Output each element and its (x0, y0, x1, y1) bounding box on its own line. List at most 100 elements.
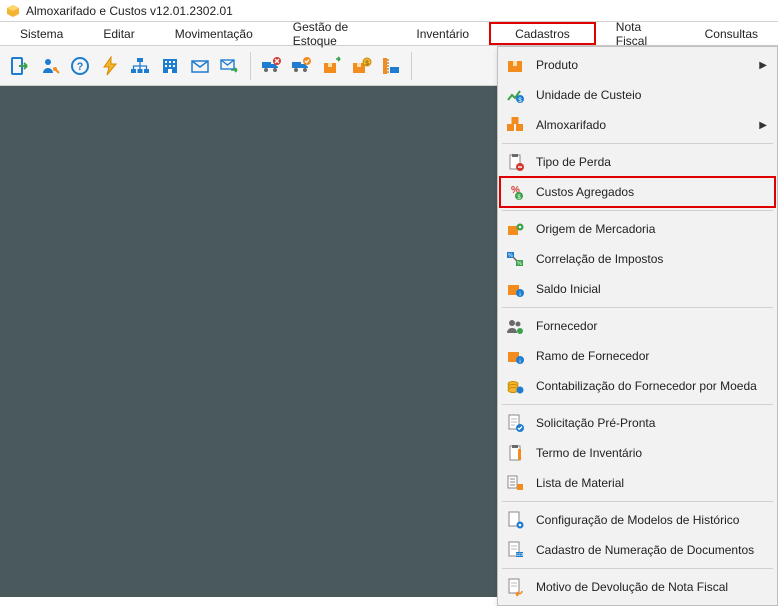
tool-mail[interactable] (186, 52, 214, 80)
dd-item-origem-mercadoria[interactable]: Origem de Mercadoria (500, 214, 775, 244)
dropdown-separator (502, 307, 773, 308)
dropdown-separator (502, 501, 773, 502)
menu-label: Consultas (705, 27, 758, 41)
dd-label: Configuração de Modelos de Histórico (536, 513, 767, 527)
dropdown-separator (502, 404, 773, 405)
dd-label: Fornecedor (536, 319, 767, 333)
menu-label: Inventário (416, 27, 469, 41)
boxes-icon (504, 114, 526, 136)
dd-item-unidade-custeio[interactable]: $ Unidade de Custeio (500, 80, 775, 110)
dd-item-ramo-fornecedor[interactable]: i Ramo de Fornecedor (500, 341, 775, 371)
menu-sistema[interactable]: Sistema (0, 22, 83, 45)
menu-label: Sistema (20, 27, 63, 41)
chart-dollar-icon: $ (504, 84, 526, 106)
document-gear-icon (504, 509, 526, 531)
tool-org-chart[interactable] (126, 52, 154, 80)
window-title: Almoxarifado e Custos v12.01.2302.01 (26, 4, 233, 18)
menu-movimentacao[interactable]: Movimentação (155, 22, 273, 45)
tool-truck-check[interactable] (287, 52, 315, 80)
svg-text:i: i (519, 292, 520, 298)
dd-label: Custos Agregados (536, 185, 767, 199)
tool-user-key[interactable] (36, 52, 64, 80)
clipboard-ruler-icon (504, 442, 526, 464)
percent-link-icon: %% (504, 248, 526, 270)
dd-item-fornecedor[interactable]: Fornecedor (500, 311, 775, 341)
svg-text:?: ? (77, 61, 84, 73)
menu-label: Nota Fiscal (616, 20, 665, 48)
tool-truck-cancel[interactable] (257, 52, 285, 80)
dd-item-almoxarifado[interactable]: Almoxarifado ▶ (500, 110, 775, 140)
svg-text:123: 123 (516, 552, 524, 557)
percent-dollar-icon: %$ (504, 181, 526, 203)
svg-text:%: % (508, 253, 513, 259)
box-icon (504, 54, 526, 76)
document-number-icon: 123 (504, 539, 526, 561)
tool-ruler[interactable] (377, 52, 405, 80)
box-pin-icon (504, 218, 526, 240)
dd-label: Almoxarifado (536, 118, 753, 132)
dd-label: Cadastro de Numeração de Documentos (536, 543, 767, 557)
dd-label: Ramo de Fornecedor (536, 349, 767, 363)
dd-item-motivo-devolucao-nf[interactable]: Motivo de Devolução de Nota Fiscal (500, 572, 775, 602)
box-info-blue-icon: i (504, 345, 526, 367)
svg-text:i: i (519, 359, 520, 365)
dd-item-correlacao-impostos[interactable]: %% Correlação de Impostos (500, 244, 775, 274)
dd-label: Solicitação Pré-Pronta (536, 416, 767, 430)
menu-consultas[interactable]: Consultas (685, 22, 778, 45)
tool-exit[interactable] (6, 52, 34, 80)
tool-lightning[interactable] (96, 52, 124, 80)
dd-label: Unidade de Custeio (536, 88, 767, 102)
dd-item-contabilizacao-fornecedor-moeda[interactable]: Contabilização do Fornecedor por Moeda (500, 371, 775, 401)
toolbar-separator (250, 52, 251, 80)
dropdown-separator (502, 210, 773, 211)
dd-label: Lista de Material (536, 476, 767, 490)
dd-label: Termo de Inventário (536, 446, 767, 460)
document-check-icon (504, 412, 526, 434)
dd-item-tipo-perda[interactable]: Tipo de Perda (500, 147, 775, 177)
menu-label: Cadastros (515, 27, 570, 41)
app-icon (6, 4, 20, 18)
dd-item-termo-inventario[interactable]: Termo de Inventário (500, 438, 775, 468)
dd-item-produto[interactable]: Produto ▶ (500, 50, 775, 80)
svg-text:%: % (517, 261, 522, 267)
dd-item-saldo-inicial[interactable]: i Saldo Inicial (500, 274, 775, 304)
dd-item-lista-material[interactable]: Lista de Material (500, 468, 775, 498)
dropdown-separator (502, 568, 773, 569)
menu-inventario[interactable]: Inventário (396, 22, 489, 45)
dd-label: Produto (536, 58, 753, 72)
dd-label: Origem de Mercadoria (536, 222, 767, 236)
document-return-icon (504, 576, 526, 598)
dropdown-separator (502, 143, 773, 144)
dd-label: Saldo Inicial (536, 282, 767, 296)
toolbar-separator (411, 52, 412, 80)
menu-label: Editar (103, 27, 134, 41)
menu-nota-fiscal[interactable]: Nota Fiscal (596, 22, 685, 45)
chevron-right-icon: ▶ (759, 120, 767, 131)
list-box-icon (504, 472, 526, 494)
dd-item-cadastro-numeracao-docs[interactable]: 123 Cadastro de Numeração de Documentos (500, 535, 775, 565)
tool-mail-forward[interactable] (216, 52, 244, 80)
menu-label: Gestão de Estoque (293, 20, 377, 48)
users-icon (504, 315, 526, 337)
dd-item-custos-agregados[interactable]: %$ Custos Agregados (500, 177, 775, 207)
menu-cadastros[interactable]: Cadastros (489, 22, 596, 45)
dd-label: Motivo de Devolução de Nota Fiscal (536, 580, 767, 594)
tool-box-arrow[interactable] (317, 52, 345, 80)
dd-label: Contabilização do Fornecedor por Moeda (536, 379, 767, 393)
tool-building[interactable] (156, 52, 184, 80)
chevron-right-icon: ▶ (759, 60, 767, 71)
tool-help[interactable]: ? (66, 52, 94, 80)
dd-item-config-modelos-historico[interactable]: Configuração de Modelos de Histórico (500, 505, 775, 535)
menu-label: Movimentação (175, 27, 253, 41)
menu-gestao-estoque[interactable]: Gestão de Estoque (273, 22, 397, 45)
clipboard-minus-icon (504, 151, 526, 173)
box-info-icon: i (504, 278, 526, 300)
tool-box-coin[interactable]: $ (347, 52, 375, 80)
menu-editar[interactable]: Editar (83, 22, 154, 45)
coins-icon (504, 375, 526, 397)
cadastros-dropdown: Produto ▶ $ Unidade de Custeio Almoxarif… (497, 46, 778, 606)
dd-label: Correlação de Impostos (536, 252, 767, 266)
dd-item-solicitacao-pre-pronta[interactable]: Solicitação Pré-Pronta (500, 408, 775, 438)
menu-bar: Sistema Editar Movimentação Gestão de Es… (0, 22, 778, 46)
dd-label: Tipo de Perda (536, 155, 767, 169)
